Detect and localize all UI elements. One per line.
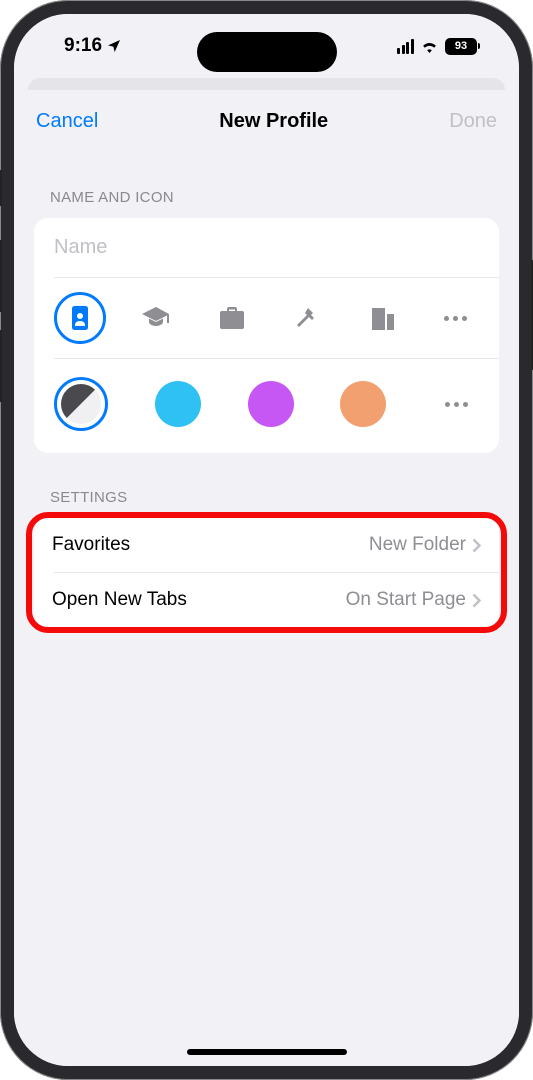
icon-option-school[interactable]: [130, 292, 182, 344]
id-card-icon: [69, 305, 91, 331]
settings-section-header: SETTINGS: [14, 453, 519, 518]
home-indicator[interactable]: [187, 1049, 347, 1055]
icon-option-more[interactable]: [433, 316, 479, 321]
color-option-two-tone[interactable]: [54, 377, 108, 431]
favorites-value: New Folder: [369, 534, 466, 556]
open-new-tabs-value: On Start Page: [346, 589, 466, 611]
wifi-icon: [420, 39, 439, 53]
building-icon: [372, 306, 394, 330]
modal-title: New Profile: [219, 110, 328, 133]
color-option-blue[interactable]: [155, 381, 201, 427]
location-icon: [106, 38, 122, 54]
icon-option-id-card[interactable]: [54, 292, 106, 344]
profile-name-input[interactable]: [34, 218, 499, 277]
graduation-cap-icon: [142, 307, 170, 329]
dynamic-island: [197, 32, 337, 72]
status-time: 9:16: [64, 35, 102, 57]
icon-picker-row: [34, 278, 499, 358]
favorites-row[interactable]: Favorites New Folder: [34, 518, 499, 572]
cancel-button[interactable]: Cancel: [36, 110, 98, 133]
settings-card: Favorites New Folder Open New Tabs On St…: [34, 518, 499, 627]
color-option-orange[interactable]: [340, 381, 386, 427]
name-icon-section-header: NAME AND ICON: [14, 153, 519, 218]
favorites-label: Favorites: [52, 534, 130, 556]
modal-backdrop: [28, 78, 505, 90]
color-option-purple[interactable]: [248, 381, 294, 427]
chevron-right-icon: [472, 538, 481, 553]
new-profile-modal: Cancel New Profile Done NAME AND ICON: [14, 90, 519, 1066]
cell-signal-icon: [397, 39, 414, 54]
icon-option-tools[interactable]: [281, 292, 333, 344]
icon-option-building[interactable]: [357, 292, 409, 344]
open-new-tabs-label: Open New Tabs: [52, 589, 187, 611]
hammer-icon: [295, 306, 319, 330]
color-picker-row: [34, 359, 499, 453]
done-button[interactable]: Done: [449, 110, 497, 133]
chevron-right-icon: [472, 593, 481, 608]
color-option-more[interactable]: [433, 402, 479, 407]
name-icon-card: [34, 218, 499, 453]
battery-icon: 93: [445, 38, 477, 55]
open-new-tabs-row[interactable]: Open New Tabs On Start Page: [34, 573, 499, 627]
icon-option-work[interactable]: [206, 292, 258, 344]
briefcase-icon: [220, 307, 244, 329]
